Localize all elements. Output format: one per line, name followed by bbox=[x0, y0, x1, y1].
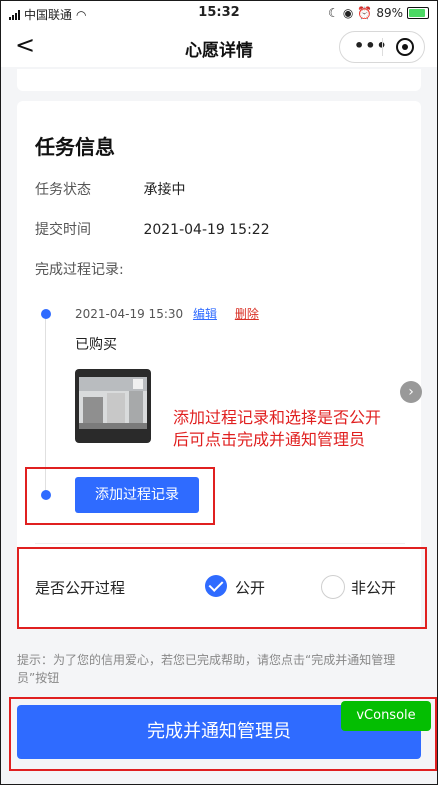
visibility-label: 是否公开过程 bbox=[35, 579, 126, 597]
record-photo[interactable] bbox=[75, 369, 151, 443]
task-status-value: 承接中 bbox=[143, 182, 186, 198]
location-icon: ◉ bbox=[342, 6, 354, 20]
mini-program-capsule: ••• bbox=[339, 31, 425, 63]
record-timestamp: 2021-04-19 15:30 bbox=[75, 307, 184, 321]
battery-percent: 89% bbox=[376, 6, 403, 20]
section-heading: 任务信息 bbox=[35, 135, 115, 159]
divider bbox=[35, 543, 405, 544]
task-status-row: 任务状态 承接中 bbox=[35, 179, 185, 199]
capsule-divider bbox=[382, 38, 383, 56]
phone-screen: 中国联通 ◠ 15:32 ☾ ◉ ⏰ 89% < 心愿详情 ••• 任务信息 任… bbox=[0, 0, 438, 785]
annotation-line-1: 添加过程记录和选择是否公开 bbox=[173, 408, 382, 427]
add-record-button[interactable]: 添加过程记录 bbox=[75, 477, 199, 513]
task-status-label: 任务状态 bbox=[35, 182, 91, 198]
annotation-text: 添加过程记录和选择是否公开 后可点击完成并通知管理员 bbox=[173, 407, 423, 451]
option-public-label[interactable]: 公开 bbox=[235, 577, 265, 598]
status-bar: 中国联通 ◠ 15:32 ☾ ◉ ⏰ 89% bbox=[1, 1, 437, 27]
record-text: 已购买 bbox=[75, 337, 117, 353]
kitchen-photo-image bbox=[75, 369, 151, 443]
radio-public-checked-icon[interactable] bbox=[205, 575, 227, 597]
radio-private-icon[interactable] bbox=[321, 575, 345, 599]
annotation-line-2: 后可点击完成并通知管理员 bbox=[173, 430, 366, 449]
option-private-label[interactable]: 非公开 bbox=[351, 577, 396, 598]
status-right: ☾ ◉ ⏰ 89% bbox=[328, 6, 429, 20]
close-miniprogram-icon[interactable] bbox=[396, 38, 414, 56]
tip-text: 提示：为了您的信用爱心，若您已完成帮助，请您点击“完成并通知管理员”按钮 bbox=[17, 653, 396, 685]
edit-record-link[interactable]: 编辑 bbox=[193, 307, 217, 321]
submit-time-value: 2021-04-19 15:22 bbox=[143, 222, 270, 238]
alarm-icon: ⏰ bbox=[357, 6, 373, 20]
timeline-dot-add bbox=[41, 490, 51, 500]
timeline-dot bbox=[41, 309, 51, 319]
previous-card-bottom bbox=[17, 69, 421, 91]
nav-bar: < 心愿详情 ••• bbox=[1, 27, 437, 67]
submit-time-row: 提交时间 2021-04-19 15:22 bbox=[35, 219, 270, 239]
chevron-right-icon[interactable]: › bbox=[400, 381, 422, 403]
moon-icon: ☾ bbox=[328, 6, 339, 20]
vconsole-button[interactable]: vConsole bbox=[341, 701, 431, 731]
timeline-line bbox=[45, 313, 46, 493]
submit-time-label: 提交时间 bbox=[35, 222, 91, 238]
process-record-label: 完成过程记录: bbox=[35, 262, 124, 278]
delete-record-link[interactable]: 删除 bbox=[235, 307, 259, 321]
battery-icon bbox=[407, 7, 429, 19]
record-meta: 2021-04-19 15:30 编辑 删除 bbox=[75, 305, 259, 322]
